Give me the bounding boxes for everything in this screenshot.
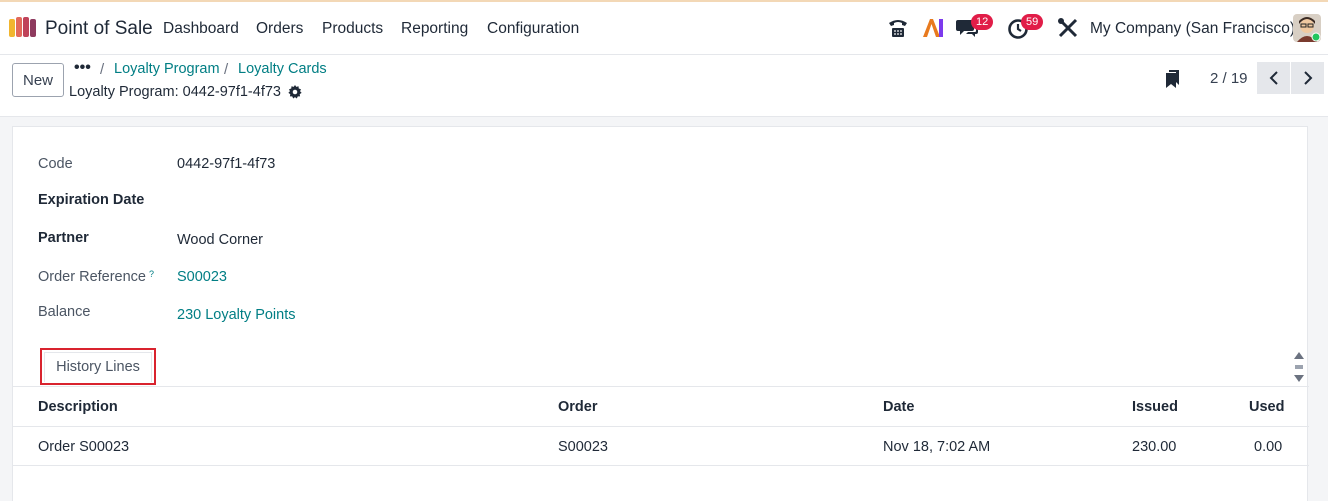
tab-history-lines-label: History Lines xyxy=(56,358,140,375)
pager-value[interactable]: 2 / 19 xyxy=(1210,70,1248,87)
top-navbar: Point of Sale Dashboard Orders Products … xyxy=(0,0,1328,55)
menu-configuration[interactable]: Configuration xyxy=(487,20,579,38)
pos-app-icon[interactable] xyxy=(9,17,37,39)
cell-description: Order S00023 xyxy=(38,439,130,455)
order-reference-link[interactable]: S00023 xyxy=(177,269,227,285)
code-label: Code xyxy=(38,156,73,172)
cell-issued: 230.00 xyxy=(1132,439,1177,455)
phone-icon[interactable] xyxy=(886,16,910,40)
pager-previous-button[interactable] xyxy=(1257,62,1290,94)
column-header-date[interactable]: Date xyxy=(883,399,914,415)
tools-icon[interactable] xyxy=(1056,16,1080,40)
column-header-description[interactable]: Description xyxy=(38,399,118,415)
partner-label: Partner xyxy=(38,230,89,246)
cell-date: Nov 18, 7:02 AM xyxy=(883,439,991,455)
scroll-arrows-icon[interactable] xyxy=(1292,349,1306,385)
menu-reporting[interactable]: Reporting xyxy=(401,20,468,38)
activities-badge: 59 xyxy=(1021,14,1044,30)
help-tooltip-icon[interactable]: ? xyxy=(149,269,154,279)
breadcrumb-more-button[interactable]: ••• xyxy=(74,59,91,77)
bookmark-icon[interactable] xyxy=(1166,70,1180,88)
menu-dashboard[interactable]: Dashboard xyxy=(163,20,239,38)
partner-value[interactable]: Wood Corner xyxy=(177,232,263,248)
record-title: Loyalty Program: 0442-97f1-4f73 xyxy=(69,84,281,100)
pager-next-button[interactable] xyxy=(1291,62,1324,94)
cell-order: S00023 xyxy=(558,439,608,455)
column-header-issued[interactable]: Issued xyxy=(1132,399,1178,415)
chevron-right-icon xyxy=(1303,71,1312,85)
row-divider xyxy=(13,465,1309,466)
menu-orders[interactable]: Orders xyxy=(256,20,303,38)
column-header-order[interactable]: Order xyxy=(558,399,598,415)
balance-label: Balance xyxy=(38,304,91,320)
menu-products[interactable]: Products xyxy=(322,20,383,38)
breadcrumb-separator: / xyxy=(224,61,229,78)
user-avatar[interactable] xyxy=(1293,14,1321,42)
company-switcher[interactable]: My Company (San Francisco) xyxy=(1090,20,1295,38)
new-button[interactable]: New xyxy=(12,63,64,97)
messages-badge: 12 xyxy=(971,14,994,30)
order-reference-label-text: Order Reference xyxy=(38,269,146,285)
header-divider xyxy=(13,426,1309,427)
expiration-date-label: Expiration Date xyxy=(38,192,145,208)
cell-used: 0.00 xyxy=(1254,439,1283,455)
app-name[interactable]: Point of Sale xyxy=(45,18,153,40)
ai-icon[interactable] xyxy=(921,16,945,40)
balance-link[interactable]: 230 Loyalty Points xyxy=(177,307,296,323)
form-sheet: Code 0442-97f1-4f73 Expiration Date Part… xyxy=(12,126,1309,501)
breadcrumb-loyalty-cards[interactable]: Loyalty Cards xyxy=(238,61,327,77)
gear-icon[interactable] xyxy=(288,85,302,99)
code-value[interactable]: 0442-97f1-4f73 xyxy=(177,156,275,172)
chevron-left-icon xyxy=(1269,71,1278,85)
tabs-divider xyxy=(13,386,1309,387)
breadcrumb-separator: / xyxy=(100,61,105,78)
tab-history-lines[interactable]: History Lines xyxy=(40,348,156,385)
breadcrumb-loyalty-program[interactable]: Loyalty Program xyxy=(114,61,220,77)
order-reference-label: Order Reference? xyxy=(38,269,154,285)
control-panel: New ••• / Loyalty Program / Loyalty Card… xyxy=(0,55,1328,117)
column-header-used[interactable]: Used xyxy=(1249,399,1284,415)
